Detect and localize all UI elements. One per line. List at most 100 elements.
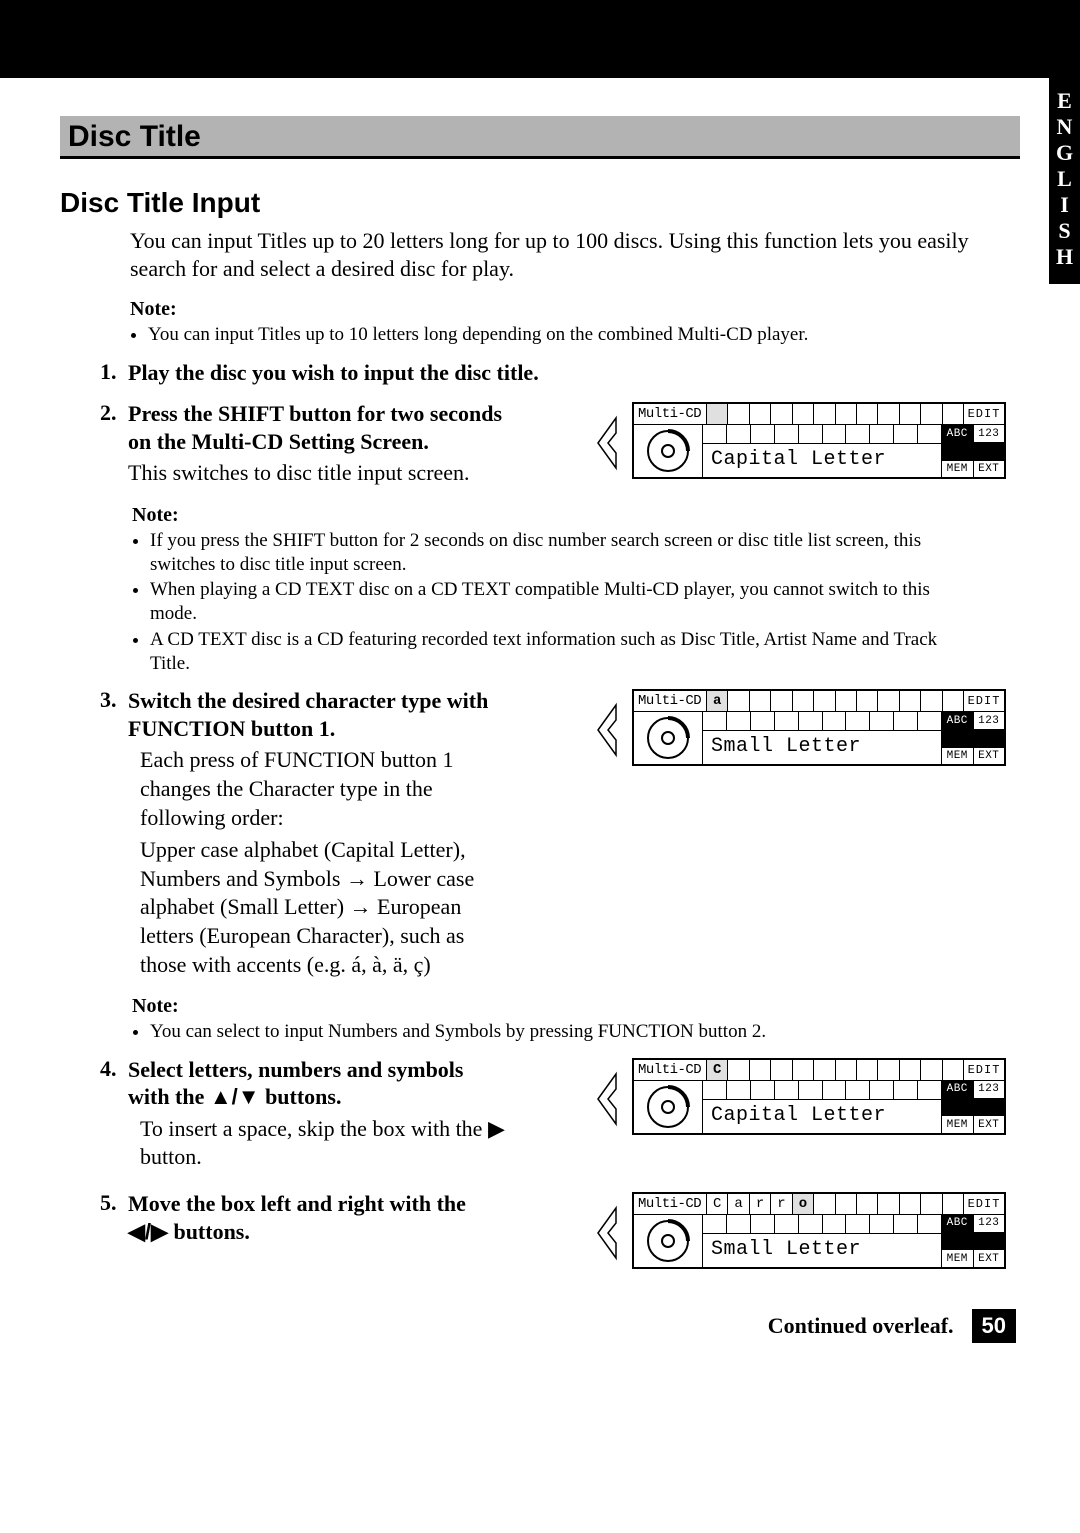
note-block-2: Note: If you press the SHIFT button for …	[132, 504, 966, 676]
lcd-char-cell	[943, 404, 963, 424]
lcd-source-label: Multi-CD	[634, 1194, 707, 1214]
step-number: 1.	[100, 359, 128, 385]
lcd-btn-mem: MEM	[942, 748, 974, 765]
lcd-btn-abc: ABC	[942, 1081, 974, 1098]
lcd-char-cell	[878, 691, 899, 711]
step-extra: Upper case alphabet (Capital Letter), Nu…	[140, 836, 508, 979]
note-item: You can input Titles up to 10 letters lo…	[148, 323, 980, 347]
lcd-btn-abc: ABC	[942, 712, 974, 729]
lcd-char-cell	[793, 691, 814, 711]
lcd-char-cell	[793, 1060, 814, 1080]
lcd-char-cell	[814, 404, 835, 424]
step-3: 3. Switch the desired character type wit…	[100, 687, 1006, 979]
lcd-btn-abc: ABC	[942, 1215, 974, 1232]
section-heading-bar: Disc Title	[60, 116, 1020, 159]
disc-icon	[634, 1215, 703, 1267]
step-5: 5. Move the box left and right with the …	[100, 1190, 1006, 1269]
step-extra: Each press of FUNCTION button 1 changes …	[140, 746, 508, 832]
lcd-char-cell	[921, 1060, 942, 1080]
lcd-edit-label: EDIT	[964, 1194, 1004, 1214]
lcd-char-cell: a	[728, 1194, 749, 1214]
lcd-char-cell: C	[707, 1060, 728, 1080]
lcd-status: Small Letter	[703, 731, 941, 760]
lcd-status: Capital Letter	[703, 444, 941, 473]
lcd-source-label: Multi-CD	[634, 404, 707, 424]
lcd-char-cell: r	[771, 1194, 792, 1214]
step-text: buttons.	[168, 1219, 250, 1244]
lcd-char-cell	[857, 691, 878, 711]
step-number: 2.	[100, 400, 128, 426]
note-item: A CD TEXT disc is a CD featuring recorde…	[150, 628, 966, 676]
lcd-char-cell	[900, 404, 921, 424]
lcd-figure-3: Multi-CD C EDIT Capital Letter	[596, 1058, 1006, 1135]
lcd-btn-mem: MEM	[942, 461, 974, 478]
disc-icon	[634, 1081, 703, 1133]
lcd-char-cell: C	[707, 1194, 728, 1214]
lcd-char-cell	[857, 1194, 878, 1214]
lcd-figure-4: Multi-CD Carro EDIT Small Letter	[596, 1192, 1006, 1269]
lcd-char-cell	[771, 404, 792, 424]
lcd-char-cell	[814, 1060, 835, 1080]
note-label: Note:	[130, 298, 980, 321]
lcd-char-cell	[771, 691, 792, 711]
note-list: If you press the SHIFT button for 2 seco…	[132, 529, 966, 676]
lcd-btn-ext: EXT	[974, 461, 1005, 478]
page-number: 50	[972, 1309, 1016, 1343]
step-number: 3.	[100, 687, 128, 713]
lcd-btn-ext: EXT	[974, 1116, 1005, 1133]
step-text: Press the SHIFT button for two seconds o…	[128, 401, 502, 454]
lcd-char-cell	[750, 691, 771, 711]
lcd-char-cell	[836, 1060, 857, 1080]
lcd-char-cell	[900, 1060, 921, 1080]
disc-icon	[634, 425, 703, 477]
step-text: buttons.	[260, 1084, 342, 1109]
lcd-char-cell	[878, 1194, 899, 1214]
lcd-char-cell	[921, 691, 942, 711]
lcd-char-cell	[943, 1060, 963, 1080]
pointer-icon	[596, 1198, 622, 1268]
page-footer: Continued overleaf. 50	[60, 1309, 1020, 1343]
lcd-char-cell	[878, 1060, 899, 1080]
lcd-status: Small Letter	[703, 1234, 941, 1263]
lcd-edit-label: EDIT	[964, 1060, 1004, 1080]
pointer-icon	[596, 695, 622, 765]
note-list: You can select to input Numbers and Symb…	[132, 1020, 966, 1044]
lcd-char-cell	[943, 691, 963, 711]
lcd-char-cell	[814, 1194, 835, 1214]
step-4: 4. Select letters, numbers and symbols w…	[100, 1056, 1006, 1172]
lcd-btn-mem: MEM	[942, 1116, 974, 1133]
lcd-char-cell	[707, 404, 728, 424]
lcd-char-cell	[771, 1060, 792, 1080]
lcd-btn-mem: MEM	[942, 1250, 974, 1267]
lcd-char-cell: o	[793, 1194, 814, 1214]
lcd-char-cell	[728, 404, 749, 424]
pointer-icon	[596, 408, 622, 478]
lcd-char-cell	[857, 404, 878, 424]
lcd-char-cell	[750, 1060, 771, 1080]
step-number: 4.	[100, 1056, 128, 1082]
lcd-char-cell	[728, 1060, 749, 1080]
disc-icon	[634, 712, 703, 764]
step-text: Play the disc you wish to input the disc…	[128, 360, 539, 385]
step-text: Move the box left and right with the	[128, 1191, 466, 1216]
page-content: ENGLISH Disc Title Disc Title Input You …	[0, 78, 1080, 1373]
lcd-char-cell	[900, 1194, 921, 1214]
lcd-char-cell	[878, 404, 899, 424]
step-1: 1. Play the disc you wish to input the d…	[100, 359, 1006, 387]
lcd-char-cell	[814, 691, 835, 711]
section-title: Disc Title	[68, 120, 1012, 154]
note-list: You can input Titles up to 10 letters lo…	[130, 323, 980, 347]
lcd-char-cell	[836, 1194, 857, 1214]
lcd-btn-123: 123	[974, 1215, 1005, 1232]
lcd-btn-ext: EXT	[974, 1250, 1005, 1267]
step-extra: This switches to disc title input screen…	[128, 459, 508, 488]
lcd-edit-label: EDIT	[964, 691, 1004, 711]
intro-paragraph: You can input Titles up to 20 letters lo…	[130, 227, 1000, 282]
lcd-btn-ext: EXT	[974, 748, 1005, 765]
lcd-char-cell	[836, 691, 857, 711]
note-label: Note:	[132, 504, 966, 527]
note-block-1: Note: You can input Titles up to 10 lett…	[130, 298, 980, 347]
note-item: If you press the SHIFT button for 2 seco…	[150, 529, 966, 577]
subsection-title: Disc Title Input	[60, 187, 1020, 219]
note-block-3: Note: You can select to input Numbers an…	[132, 995, 966, 1044]
